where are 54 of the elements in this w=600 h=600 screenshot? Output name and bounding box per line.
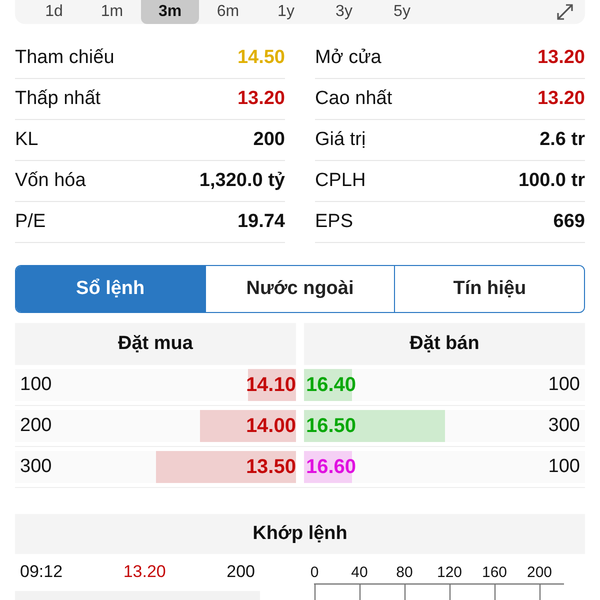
buy-volume: 200 [19, 415, 53, 437]
stat-label: EPS [315, 211, 354, 233]
stat-label: Vốn hóa [15, 170, 86, 192]
stat-value: 13.20 [537, 88, 585, 110]
match-volume: 200 [226, 562, 255, 582]
axis-tick-label: 0 [309, 564, 320, 581]
axis-tick-label: 40 [350, 564, 369, 581]
stat-label: Mở cửa [315, 47, 382, 69]
stat-value: 13.20 [537, 47, 585, 69]
axis-tick-label: 80 [395, 564, 414, 581]
match-time: 09:12 [20, 562, 63, 582]
stat-label: Cao nhất [315, 88, 392, 110]
buy-volume: 300 [19, 456, 53, 478]
stat-label: P/E [15, 211, 46, 233]
stat-value: 669 [553, 211, 585, 233]
sell-price: 16.50 [305, 414, 356, 438]
sell-price: 16.60 [305, 456, 356, 478]
stat-value: 14.50 [237, 47, 285, 69]
stat-label: Giá trị [315, 129, 366, 151]
segment-tab[interactable]: Tín hiệu [394, 266, 584, 312]
stat-label: CPLH [315, 170, 366, 192]
match-price: 13.20 [123, 562, 166, 582]
sell-volume: 300 [547, 415, 581, 437]
timeframe-tab[interactable]: 1y [257, 0, 315, 24]
timeframe-tab[interactable]: 1m [83, 0, 141, 24]
axis-tick-label: 160 [480, 564, 508, 581]
buy-volume: 100 [19, 374, 53, 396]
timeframe-tab[interactable]: 6m [199, 0, 257, 24]
sell-volume: 100 [547, 374, 581, 396]
stat-label: Tham chiếu [15, 47, 114, 69]
axis-tick-label: 200 [526, 564, 554, 581]
stat-value: 19.74 [237, 211, 285, 233]
stat-value: 2.6 tr [540, 129, 585, 151]
expand-icon[interactable] [555, 2, 575, 22]
timeframe-tab[interactable]: 5y [373, 0, 431, 24]
section-header: Khớp lệnh [15, 514, 585, 554]
sell-price: 16.40 [305, 374, 356, 396]
stat-label: Thấp nhất [15, 88, 101, 110]
column-header: Đặt mua [15, 323, 296, 365]
sell-volume: 100 [547, 456, 581, 478]
stat-value: 200 [253, 129, 285, 151]
stat-value: 100.0 tr [518, 170, 585, 192]
timeframe-tab[interactable]: 3y [315, 0, 373, 24]
segment-tab[interactable]: Sổ lệnh [16, 266, 205, 312]
buy-price: 14.00 [246, 414, 296, 438]
timeframe-tab[interactable]: 3m [141, 0, 199, 24]
axis-tick-label: 120 [436, 564, 464, 581]
stat-value: 1,320.0 tỷ [199, 170, 285, 192]
stat-value: 13.20 [237, 88, 285, 110]
buy-price: 13.50 [246, 456, 296, 478]
buy-price: 14.10 [246, 374, 296, 396]
timeframe-tab[interactable]: 1d [25, 0, 83, 24]
column-header: Đặt bán [304, 323, 585, 365]
stat-label: KL [15, 129, 38, 151]
